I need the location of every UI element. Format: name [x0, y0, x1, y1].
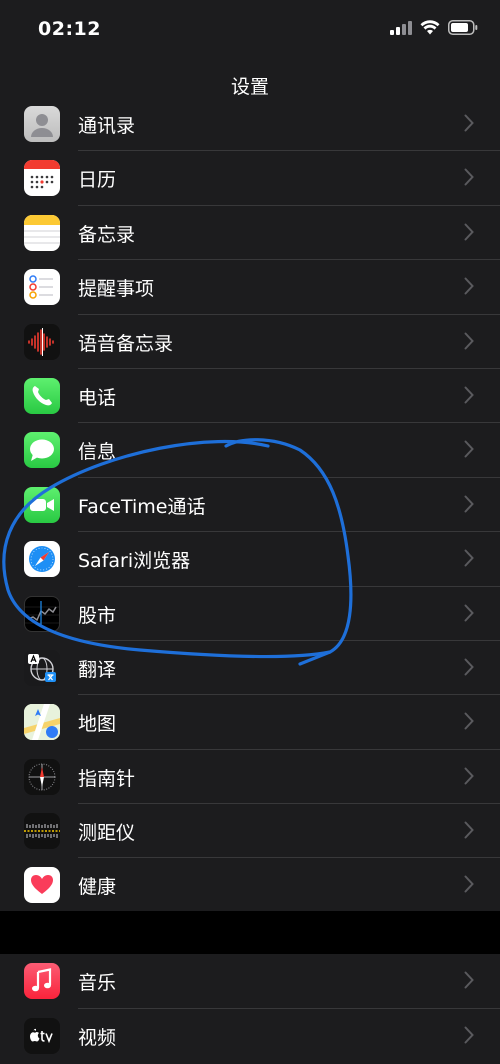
chevron-right-icon: [464, 223, 474, 241]
row-label: FaceTime通话: [78, 495, 206, 518]
battery-icon: [448, 20, 478, 35]
row-label: 信息: [78, 441, 117, 464]
settings-row-stocks[interactable]: 股市: [0, 587, 500, 641]
row-label: 日历: [78, 169, 117, 192]
wifi-icon: [420, 20, 440, 35]
translate-icon: [24, 649, 60, 686]
maps-icon: [24, 704, 60, 741]
row-label: 通讯录: [78, 115, 136, 137]
measure-icon: [24, 813, 60, 850]
contacts-icon: [24, 106, 60, 142]
row-label: 健康: [78, 876, 117, 899]
messages-icon: [24, 432, 60, 469]
settings-row-phone[interactable]: 电话: [0, 369, 500, 424]
chevron-right-icon: [464, 549, 474, 567]
chevron-right-icon: [464, 604, 474, 622]
chevron-right-icon: [464, 971, 474, 989]
settings-row-music[interactable]: 音乐: [0, 954, 500, 1009]
row-label: 测距仪: [78, 822, 136, 845]
status-icons: [390, 20, 478, 35]
row-label: 地图: [78, 713, 117, 736]
chevron-right-icon: [464, 712, 474, 730]
cellular-signal-icon: [390, 20, 412, 35]
status-time: 02:12: [38, 18, 101, 40]
music-icon: [24, 963, 60, 999]
settings-row-notes[interactable]: 备忘录: [0, 206, 500, 261]
row-label: 备忘录: [78, 223, 136, 246]
health-icon: [24, 867, 60, 904]
settings-row-facetime[interactable]: FaceTime通话: [0, 478, 500, 533]
chevron-right-icon: [464, 277, 474, 295]
settings-row-measure[interactable]: 测距仪: [0, 804, 500, 859]
settings-row-compass[interactable]: 指南针: [0, 750, 500, 805]
row-label: 提醒事项: [78, 278, 155, 301]
row-label: 语音备忘录: [78, 332, 174, 355]
chevron-right-icon: [464, 821, 474, 839]
compass-icon: [24, 758, 60, 795]
row-label: 翻译: [78, 658, 117, 681]
chevron-right-icon: [464, 1026, 474, 1044]
chevron-right-icon: [464, 440, 474, 458]
row-label: Safari浏览器: [78, 550, 191, 573]
settings-group-apps: 通讯录 日历 备忘录 提醒事项 语音备忘录 电话 信息 FaceTime通话 S…: [0, 97, 500, 911]
settings-row-voice-memos[interactable]: 语音备忘录: [0, 315, 500, 369]
settings-row-health[interactable]: 健康: [0, 858, 500, 912]
page-title: 设置: [230, 75, 269, 98]
safari-icon: [24, 541, 60, 578]
chevron-right-icon: [464, 495, 474, 513]
calendar-icon: [24, 160, 60, 197]
chevron-right-icon: [464, 114, 474, 132]
row-label: 音乐: [78, 972, 117, 994]
apple-tv-icon: [24, 1018, 60, 1054]
stocks-icon: [24, 595, 60, 632]
settings-row-calendar[interactable]: 日历: [0, 151, 500, 206]
chevron-right-icon: [464, 658, 474, 676]
chevron-right-icon: [464, 386, 474, 404]
row-label: 视频: [78, 1027, 117, 1049]
settings-row-maps[interactable]: 地图: [0, 695, 500, 750]
chevron-right-icon: [464, 332, 474, 350]
chevron-right-icon: [464, 767, 474, 785]
notes-icon: [24, 214, 60, 251]
settings-row-translate[interactable]: 翻译: [0, 641, 500, 696]
row-label: 股市: [78, 604, 117, 627]
facetime-icon: [24, 486, 60, 523]
phone-icon: [24, 377, 60, 414]
row-label: 电话: [78, 386, 117, 409]
chevron-right-icon: [464, 875, 474, 893]
settings-row-reminders[interactable]: 提醒事项: [0, 260, 500, 315]
settings-group-media: 音乐 视频: [0, 954, 500, 1064]
status-bar: 02:12: [0, 0, 500, 60]
settings-row-safari[interactable]: Safari浏览器: [0, 532, 500, 587]
row-label: 指南针: [78, 767, 136, 790]
chevron-right-icon: [464, 168, 474, 186]
voice-memos-icon: [24, 323, 60, 360]
reminders-icon: [24, 269, 60, 306]
settings-row-tv[interactable]: 视频: [0, 1009, 500, 1064]
settings-row-contacts[interactable]: 通讯录: [0, 97, 500, 152]
settings-row-messages[interactable]: 信息: [0, 423, 500, 478]
